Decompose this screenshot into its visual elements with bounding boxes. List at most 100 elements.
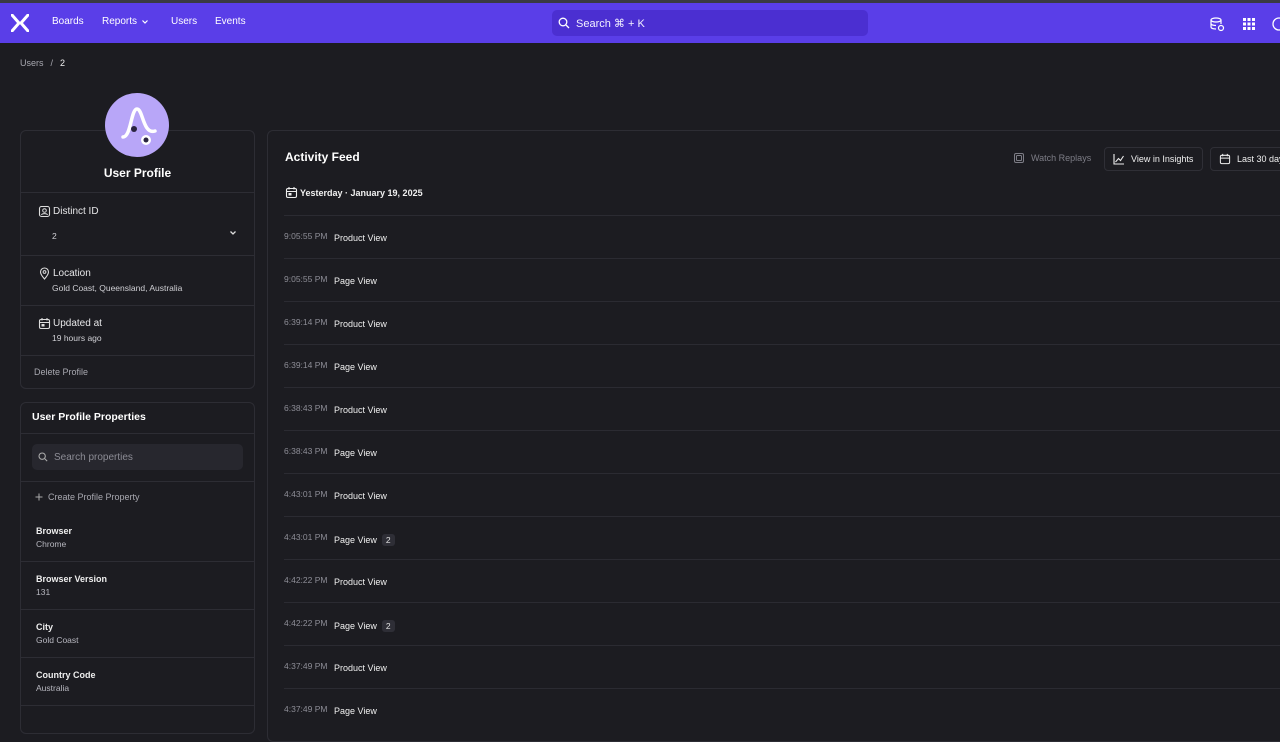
nav-boards[interactable]: Boards xyxy=(52,16,84,27)
event-name-wrap: Product View xyxy=(334,405,387,415)
view-in-insights-label: View in Insights xyxy=(1131,154,1194,164)
feed-event-row[interactable]: 4:43:01 PM Page View 2 xyxy=(284,516,1280,560)
feed-event-row[interactable]: 4:37:49 PM Page View xyxy=(284,688,1280,732)
property-value: Chrome xyxy=(36,539,67,549)
property-value: Gold Coast xyxy=(36,635,79,645)
feed-event-row[interactable]: 6:38:43 PM Page View xyxy=(284,430,1280,474)
divider xyxy=(21,481,254,482)
distinct-id-value: 2 xyxy=(52,231,57,241)
nav-events[interactable]: Events xyxy=(215,16,246,27)
nav-reports[interactable]: Reports xyxy=(102,16,149,27)
event-time: 4:43:01 PM xyxy=(284,489,328,499)
breadcrumb-users[interactable]: Users xyxy=(20,58,44,68)
property-item[interactable] xyxy=(21,705,254,706)
event-name-wrap: Page View 2 xyxy=(334,534,395,546)
event-name: Product View xyxy=(334,491,387,501)
chevron-down-icon xyxy=(142,19,148,24)
nav-users-label: Users xyxy=(171,16,198,27)
feed-event-row[interactable]: 4:43:01 PM Product View xyxy=(284,473,1280,517)
property-item[interactable]: City Gold Coast xyxy=(21,609,254,645)
event-time: 4:37:49 PM xyxy=(284,661,328,671)
nav-users[interactable]: Users xyxy=(171,16,197,27)
event-name-wrap: Page View xyxy=(334,362,377,372)
updated-section: Updated at 19 hours ago xyxy=(21,305,254,356)
event-name: Page View xyxy=(334,535,377,545)
calendar-icon xyxy=(285,187,298,199)
property-name: Browser Version xyxy=(36,574,108,584)
event-name: Page View xyxy=(334,362,377,372)
feed-event-row[interactable]: 9:05:55 PM Page View xyxy=(284,258,1280,302)
divider xyxy=(21,355,254,356)
event-name: Product View xyxy=(334,233,387,243)
location-section: Location Gold Coast, Queensland, Austral… xyxy=(21,255,254,306)
event-time: 4:37:49 PM xyxy=(284,704,328,714)
distinct-id-label: Distinct ID xyxy=(53,206,99,217)
property-value: Australia xyxy=(36,683,70,693)
feed-event-row[interactable]: 6:39:14 PM Product View xyxy=(284,301,1280,345)
location-label-wrap: Location xyxy=(38,267,91,280)
feed-event-row[interactable]: 6:38:43 PM Product View xyxy=(284,387,1280,431)
event-name: Page View xyxy=(334,448,377,458)
location-pin-icon xyxy=(39,267,50,280)
feed-event-row[interactable]: 4:37:49 PM Product View xyxy=(284,645,1280,689)
location-label: Location xyxy=(53,268,91,279)
event-name-wrap: Product View xyxy=(334,233,387,243)
event-name: Page View xyxy=(334,706,377,716)
feed-event-row[interactable]: 9:05:55 PM Product View xyxy=(284,215,1280,259)
watch-replays-button[interactable]: Watch Replays xyxy=(1005,147,1100,169)
help-icon[interactable] xyxy=(1271,16,1280,32)
event-time: 6:39:14 PM xyxy=(284,360,328,370)
property-item[interactable]: Country Code Australia xyxy=(21,657,254,693)
event-name: Page View xyxy=(334,276,377,286)
profile-card: User Profile Distinct ID 2 Location Gold… xyxy=(20,130,255,389)
global-search[interactable]: Search ⌘ + K xyxy=(552,10,868,36)
line-chart-icon xyxy=(1113,154,1124,165)
feed-title: Activity Feed xyxy=(285,150,360,164)
property-value: 131 xyxy=(36,587,51,597)
property-name: Browser xyxy=(36,526,73,536)
database-icon[interactable] xyxy=(1209,16,1225,32)
nav-reports-label: Reports xyxy=(102,16,138,27)
logo-icon[interactable] xyxy=(11,14,29,32)
event-name-wrap: Page View xyxy=(334,706,377,716)
property-item[interactable]: Browser Version 131 xyxy=(21,561,254,597)
distinct-id-label-wrap: Distinct ID xyxy=(38,205,99,218)
delete-profile-button[interactable]: Delete Profile xyxy=(34,367,88,377)
divider xyxy=(21,433,254,434)
nav-boards-label: Boards xyxy=(52,16,84,27)
event-name-wrap: Page View xyxy=(334,276,377,286)
distinct-id-select[interactable]: 2 xyxy=(52,226,237,241)
feed-event-row[interactable]: 4:42:22 PM Product View xyxy=(284,559,1280,603)
event-name: Product View xyxy=(334,319,387,329)
event-time: 9:05:55 PM xyxy=(284,274,328,284)
chevron-down-icon xyxy=(230,231,236,235)
create-profile-property-button[interactable]: Create Profile Property xyxy=(35,492,140,502)
replay-icon xyxy=(1014,153,1024,163)
search-properties-input[interactable] xyxy=(32,444,243,470)
top-navbar: Boards Reports Users Events Search ⌘ + K xyxy=(0,3,1280,43)
search-icon xyxy=(38,452,48,462)
activity-feed: Activity Feed Watch Replays View in Insi… xyxy=(267,130,1280,742)
plus-icon xyxy=(35,493,43,501)
event-count-badge: 2 xyxy=(381,534,395,546)
updated-label: Updated at xyxy=(53,318,102,329)
watch-replays-label: Watch Replays xyxy=(1031,153,1092,163)
properties-title: User Profile Properties xyxy=(32,411,146,423)
event-time: 4:43:01 PM xyxy=(284,532,328,542)
apps-grid-icon[interactable] xyxy=(1241,16,1257,32)
feed-event-row[interactable]: 6:39:14 PM Page View xyxy=(284,344,1280,388)
date-range-button[interactable]: Last 30 days xyxy=(1210,147,1280,171)
view-in-insights-button[interactable]: View in Insights xyxy=(1104,147,1204,171)
feed-date-label: Yesterday · January 19, 2025 xyxy=(300,187,423,198)
event-time: 6:38:43 PM xyxy=(284,446,328,456)
feed-event-row[interactable]: 4:42:22 PM Page View 2 xyxy=(284,602,1280,646)
user-id-icon xyxy=(38,205,51,218)
event-time: 6:39:14 PM xyxy=(284,317,328,327)
breadcrumb-separator: / xyxy=(50,58,54,68)
updated-value: 19 hours ago xyxy=(52,333,102,343)
feed-date-header: Yesterday · January 19, 2025 xyxy=(285,186,423,199)
event-name: Page View xyxy=(334,621,377,631)
updated-label-wrap: Updated at xyxy=(38,317,102,330)
avatar xyxy=(105,93,169,157)
date-range-label: Last 30 days xyxy=(1237,154,1280,164)
